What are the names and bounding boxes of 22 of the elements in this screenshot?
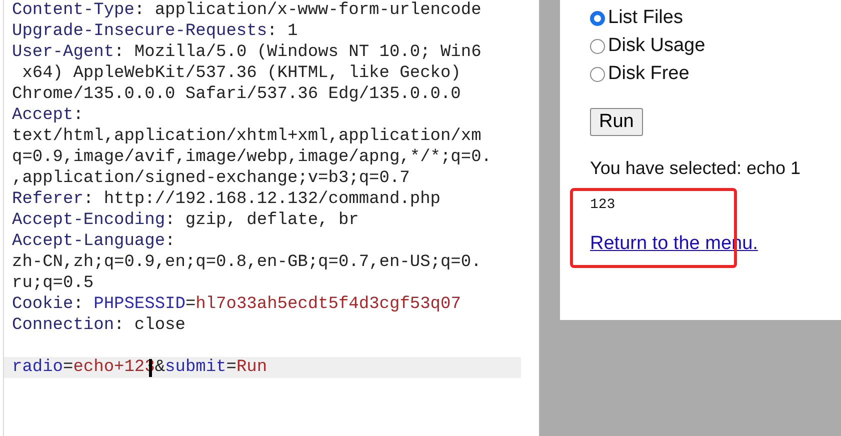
code-line: ru;q=0.5	[12, 274, 94, 293]
radio-option[interactable]: Disk Usage	[590, 32, 841, 60]
radio-option[interactable]: Disk Free	[590, 60, 841, 88]
code-line: Chrome/135.0.0.0 Safari/537.36 Edg/135.0.0.0	[12, 85, 461, 104]
code-line: Content-Type: application/x-www-form-urlencode	[12, 1, 482, 20]
run-button[interactable]: Run	[590, 108, 643, 136]
code-line: q=0.9,image/avif,image/webp,image/apng,*/*;q=0.	[12, 148, 492, 167]
code-line: Upgrade-Insecure-Requests: 1	[12, 22, 298, 41]
code-line: text/html,application/xhtml+xml,application/xm	[12, 127, 482, 146]
code-line: ,application/signed-exchange;v=b3;q=0.7	[12, 169, 410, 188]
code-line: Accept-Language:	[12, 232, 176, 251]
code-line: User-Agent: Mozilla/5.0 (Windows NT 10.0; Win6	[12, 43, 482, 62]
code-line: zh-CN,zh;q=0.9,en;q=0.8,en-GB;q=0.7,en-US;q=0.	[12, 253, 482, 272]
code-line: x64) AppleWebKit/537.36 (KHTML, like Gecko)	[21, 64, 461, 83]
command-output: 123	[590, 197, 616, 213]
code-line: Accept:	[12, 106, 84, 125]
code-line: Accept-Encoding: gzip, deflate, br	[12, 211, 359, 230]
code-line: Cookie: PHPSESSID=hl7o33ah5ecdt5f4d3cgf53q07	[12, 295, 461, 314]
code-line: Referer: http://192.168.12.132/command.php	[12, 190, 440, 209]
radio-option[interactable]: List Files	[590, 4, 841, 32]
code-line: Connection: close	[12, 316, 186, 335]
selection-text: You have selected: echo 1	[590, 158, 802, 179]
